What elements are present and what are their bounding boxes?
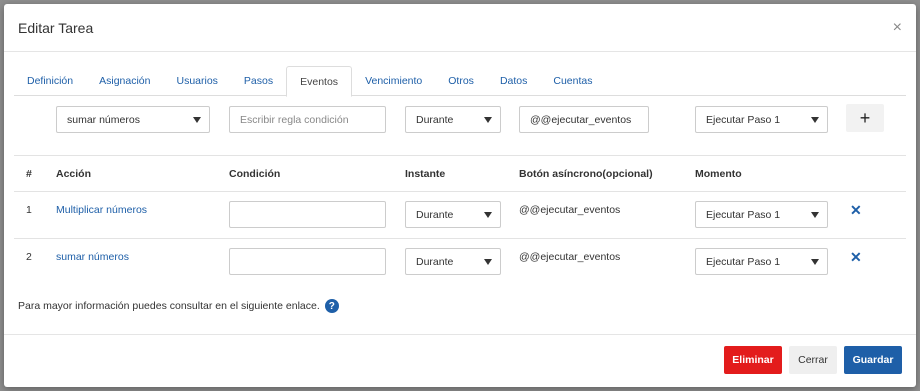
moment-select[interactable]: Ejecutar Paso 1 [695, 106, 828, 133]
row-1-instant-value: Durante [416, 208, 454, 221]
cancel-button[interactable]: Cerrar [789, 346, 837, 374]
row-2-async: @@ejecutar_eventos [519, 251, 621, 263]
add-event-button[interactable]: + [846, 104, 884, 132]
instant-select-value: Durante [416, 113, 454, 126]
async-input[interactable]: @@ejecutar_eventos [519, 106, 649, 133]
col-header-async: Botón asíncrono(opcional) [519, 168, 653, 180]
action-select-value: sumar números [67, 113, 140, 126]
condition-input-placeholder: Escribir regla condición [240, 113, 349, 126]
tab-vencimiento[interactable]: Vencimiento [352, 66, 435, 96]
tab-eventos[interactable]: Eventos [286, 66, 353, 97]
row-1-moment-value: Ejecutar Paso 1 [706, 208, 781, 221]
row-2-moment-value: Ejecutar Paso 1 [706, 255, 781, 268]
moment-select-value: Ejecutar Paso 1 [706, 113, 781, 126]
row-1-num: 1 [26, 204, 32, 216]
row-2-instant-value: Durante [416, 255, 454, 268]
help-text-row: Para mayor información puedes consultar … [18, 299, 339, 313]
action-select[interactable]: sumar números [56, 106, 210, 133]
row-1-action-link[interactable]: Multiplicar números [56, 204, 147, 216]
col-header-moment: Momento [695, 168, 742, 180]
tab-definicion[interactable]: Definición [14, 66, 86, 96]
modal-title: Editar Tarea [18, 19, 94, 36]
row-2-condition-input[interactable] [229, 248, 386, 275]
async-input-value: @@ejecutar_eventos [530, 113, 632, 126]
col-header-condition: Condición [229, 168, 281, 180]
condition-input[interactable]: Escribir regla condición [229, 106, 386, 133]
row-1-moment-select[interactable]: Ejecutar Paso 1 [695, 201, 828, 228]
edit-task-modal: Editar Tarea × Definición Asignación Usu… [4, 4, 916, 387]
row-2-moment-select[interactable]: Ejecutar Paso 1 [695, 248, 828, 275]
divider [14, 238, 906, 239]
tab-otros[interactable]: Otros [435, 66, 487, 96]
col-header-instant: Instante [405, 168, 446, 180]
row-2-num: 2 [26, 251, 32, 263]
col-header-num: # [26, 168, 32, 180]
row-2-action-link[interactable]: sumar números [56, 251, 129, 263]
row-2-delete-icon[interactable]: ✕ [850, 249, 862, 266]
help-text: Para mayor información puedes consultar … [18, 300, 320, 312]
instant-select[interactable]: Durante [405, 106, 501, 133]
row-1-delete-icon[interactable]: ✕ [850, 202, 862, 219]
delete-button[interactable]: Eliminar [724, 346, 782, 374]
divider [14, 191, 906, 192]
tab-usuarios[interactable]: Usuarios [163, 66, 230, 96]
row-2-instant-select[interactable]: Durante [405, 248, 501, 275]
row-1-condition-input[interactable] [229, 201, 386, 228]
tab-bar: Definición Asignación Usuarios Pasos Eve… [14, 66, 906, 97]
divider [14, 155, 906, 156]
footer-divider [4, 334, 916, 335]
modal-header: Editar Tarea × [4, 4, 916, 52]
save-button[interactable]: Guardar [844, 346, 902, 374]
tab-datos[interactable]: Datos [487, 66, 540, 96]
tab-pasos[interactable]: Pasos [231, 66, 286, 96]
help-icon[interactable]: ? [324, 299, 339, 313]
tab-cuentas[interactable]: Cuentas [540, 66, 605, 96]
col-header-action: Acción [56, 168, 92, 180]
row-1-async: @@ejecutar_eventos [519, 204, 621, 216]
row-1-instant-select[interactable]: Durante [405, 201, 501, 228]
tab-asignacion[interactable]: Asignación [86, 66, 163, 96]
close-icon[interactable]: × [893, 19, 902, 36]
